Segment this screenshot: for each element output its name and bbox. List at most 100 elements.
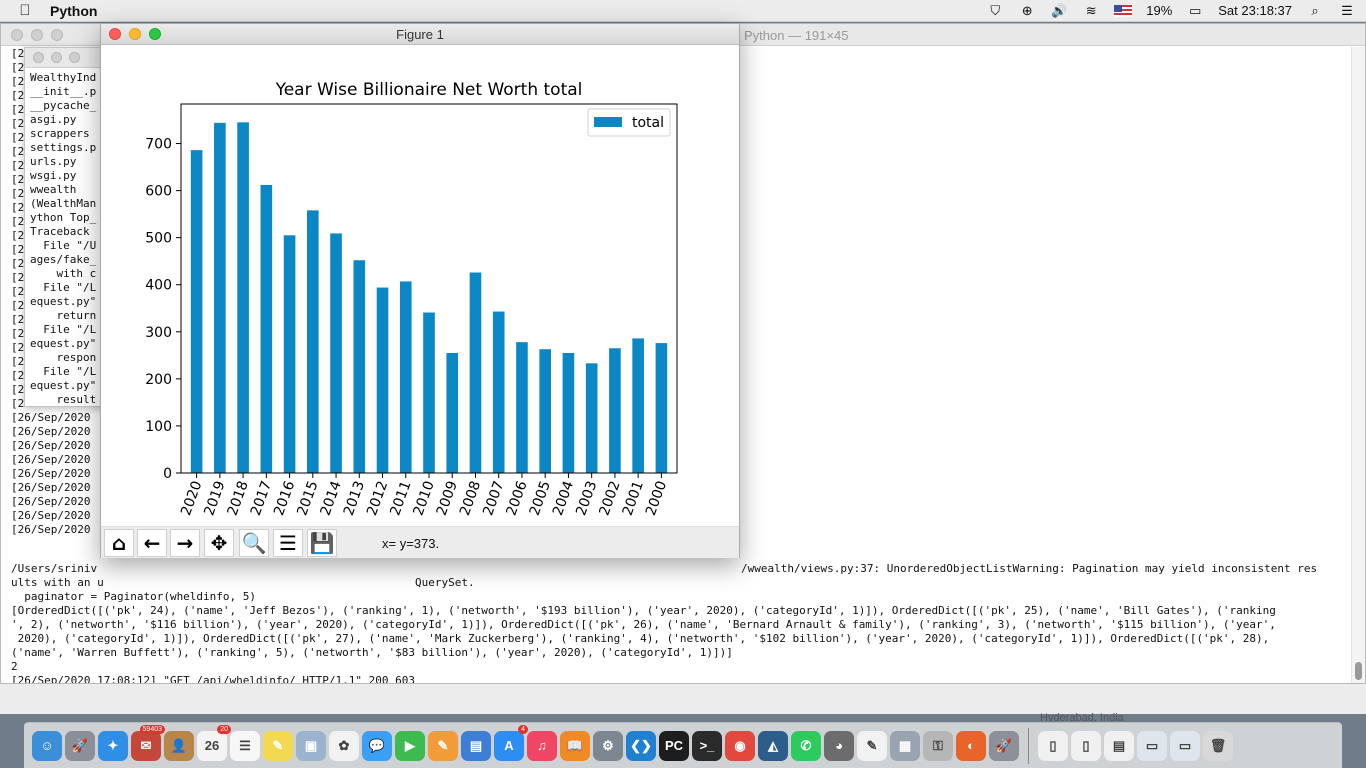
battery-icon[interactable]: ▭ (1186, 3, 1204, 19)
dock-facetime[interactable]: ▶ (395, 730, 425, 761)
bar (423, 312, 435, 473)
dock-notes[interactable]: ✎ (263, 730, 293, 761)
y-tick-label: 700 (145, 137, 172, 153)
dock-sequel-pro[interactable]: ◕ (824, 730, 854, 761)
bar-series (190, 122, 668, 473)
terminal-line: [26/Sep/2020 (11, 481, 91, 494)
dock-mail[interactable]: ✉ 59403 (131, 724, 165, 761)
inner-terminal-line: wsgi.py (30, 169, 77, 182)
dock-screenshot[interactable]: ▦ (890, 730, 920, 761)
dock-pdf-stack[interactable]: ▯ (1071, 730, 1101, 761)
dock-pycharm[interactable]: PC (659, 730, 689, 761)
inner-zoom-button[interactable] (69, 52, 80, 63)
dock-whatsapp[interactable]: ✆ (791, 730, 821, 761)
pan-button[interactable]: ✥ (204, 529, 234, 557)
arrow-left-icon: ← (143, 531, 161, 555)
dock-desktop-stack[interactable]: ▭ (1137, 730, 1167, 761)
bar (446, 352, 459, 473)
terminal-window-controls (11, 29, 63, 41)
inner-terminal-line: File "/L (30, 281, 97, 294)
terminal-line: [26/Sep/2020 (11, 439, 91, 452)
dock-preview[interactable]: ▣ (296, 730, 326, 761)
finder-icon: ☺ (40, 738, 54, 753)
battery-percent[interactable]: 19% (1146, 3, 1172, 18)
menu-clock[interactable]: Sat 23:18:37 (1218, 3, 1292, 18)
terminal-zoom-button[interactable] (51, 29, 63, 41)
compass-icon: ✦ (107, 737, 119, 753)
dock-firefox[interactable]: ◐ (956, 730, 986, 761)
inner-minimize-button[interactable] (51, 52, 62, 63)
terminal-line: ults with an u QuerySet. (11, 576, 475, 589)
inner-terminal-line: return (30, 309, 97, 322)
wifi-icon[interactable]: ≋ (1082, 3, 1100, 19)
inner-terminal-line: File "/L (30, 365, 97, 378)
terminal-line: [26/Sep/2020 (11, 453, 91, 466)
subplots-button[interactable]: ☰ (273, 529, 303, 557)
figure-titlebar[interactable]: Figure 1 (101, 24, 739, 45)
zoom-button[interactable]: 🔍 (239, 529, 269, 557)
dock-photos[interactable]: ✿ (329, 730, 359, 761)
dock-app-store[interactable]: A4 (494, 724, 528, 761)
dock-keychain[interactable]: ⚿ (923, 730, 953, 761)
forward-button[interactable]: → (170, 529, 200, 557)
inner-terminal-output[interactable]: WealthyInd __init__.p __pycache_ asgi.py scr… (30, 71, 97, 406)
dock-launchpad[interactable]: 🚀 (65, 730, 95, 761)
dock-mysql-workbench[interactable]: ◭ (758, 730, 788, 761)
dock-music[interactable]: ♫ (527, 730, 557, 761)
inner-close-button[interactable] (33, 52, 44, 63)
dock-python-launcher[interactable]: 🚀 (989, 730, 1019, 761)
app-menu-python[interactable]: Python (50, 3, 97, 19)
dock-contacts[interactable]: 👤 (164, 730, 194, 761)
terminal-line: [26/Sep/2020 (11, 509, 91, 522)
back-button[interactable]: ← (137, 529, 167, 557)
floppy-disk-icon: 💾 (309, 531, 335, 555)
volume-icon[interactable]: 🔊 (1050, 3, 1068, 19)
terminal-line: /Users/sriniv (11, 562, 98, 575)
dock-finder[interactable]: ☺ (32, 730, 62, 761)
dock-messages[interactable]: 💬 (362, 730, 392, 761)
dock-screens-stack[interactable]: ▭ (1170, 730, 1200, 761)
inner-terminal-line: scrappers (30, 127, 90, 140)
inner-terminal-titlebar[interactable] (25, 48, 107, 68)
dock-books[interactable]: 📖 (560, 730, 590, 761)
y-tick-label: 500 (145, 231, 172, 247)
terminal-minimize-button[interactable] (31, 29, 43, 41)
dock-separator (1028, 727, 1029, 764)
accessibility-icon[interactable]: ⊕ (1018, 3, 1036, 19)
dock-keynote[interactable]: ▤ (461, 730, 491, 761)
save-button[interactable]: 💾 (307, 529, 337, 557)
dock-terminal[interactable]: >_ (692, 730, 722, 761)
chart-canvas[interactable]: Year Wise Billionaire Net Worth total 0 1… (101, 45, 739, 526)
dock-pages[interactable]: ✎ (428, 730, 458, 761)
inner-terminal-line: wwealth (30, 183, 77, 196)
trash-icon: 🗑 (1209, 737, 1227, 753)
dock-trash[interactable]: 🗑 (1203, 730, 1233, 761)
dock-safari[interactable]: ✦ (98, 730, 128, 761)
terminal-scroll-thumb[interactable] (1355, 662, 1362, 680)
home-button[interactable]: ⌂ (104, 529, 134, 557)
terminal-scrollbar[interactable] (1351, 47, 1365, 683)
inner-terminal-line: (WealthMan (30, 197, 97, 210)
dock-vscode[interactable]: ❮❯ (626, 730, 656, 761)
terminal-line: ('name', 'Warren Buffett'), ('ranking', … (11, 646, 733, 659)
dock-downloads-stack[interactable]: ▯ (1038, 730, 1068, 761)
terminal-line: [26/Sep/2020 (11, 523, 91, 536)
spotlight-search-icon[interactable]: ⌕ (1306, 3, 1324, 19)
dock-reminders[interactable]: ☰ (230, 730, 260, 761)
dock-system-preferences[interactable]: ⚙ (593, 730, 623, 761)
terminal-close-button[interactable] (11, 29, 23, 41)
dock-calendar[interactable]: 26 20 (197, 724, 231, 761)
x-axis: 2020201920182017201620152014201320122011… (178, 473, 670, 518)
keys-icon: ⚿ (933, 737, 943, 753)
dock-textedit[interactable]: ✎ (857, 730, 887, 761)
notification-center-icon[interactable]: ☰ (1338, 3, 1356, 19)
dock-documents-stack[interactable]: ▤ (1104, 730, 1134, 761)
dock-chrome[interactable]: ◉ (725, 730, 755, 761)
chat-bubble-icon: 💬 (368, 737, 386, 753)
vpn-shield-icon[interactable]: ⛉ (986, 3, 1004, 19)
us-flag-icon[interactable] (1114, 4, 1133, 17)
x-tick-label: 2000 (643, 479, 670, 518)
terminal-line: paginator = Paginator(wheldinfo, 5) (11, 590, 257, 603)
apple-logo-icon[interactable]:  (0, 2, 50, 19)
figure-window: Figure 1 Year Wise Billionaire Net Worth… (100, 23, 740, 558)
